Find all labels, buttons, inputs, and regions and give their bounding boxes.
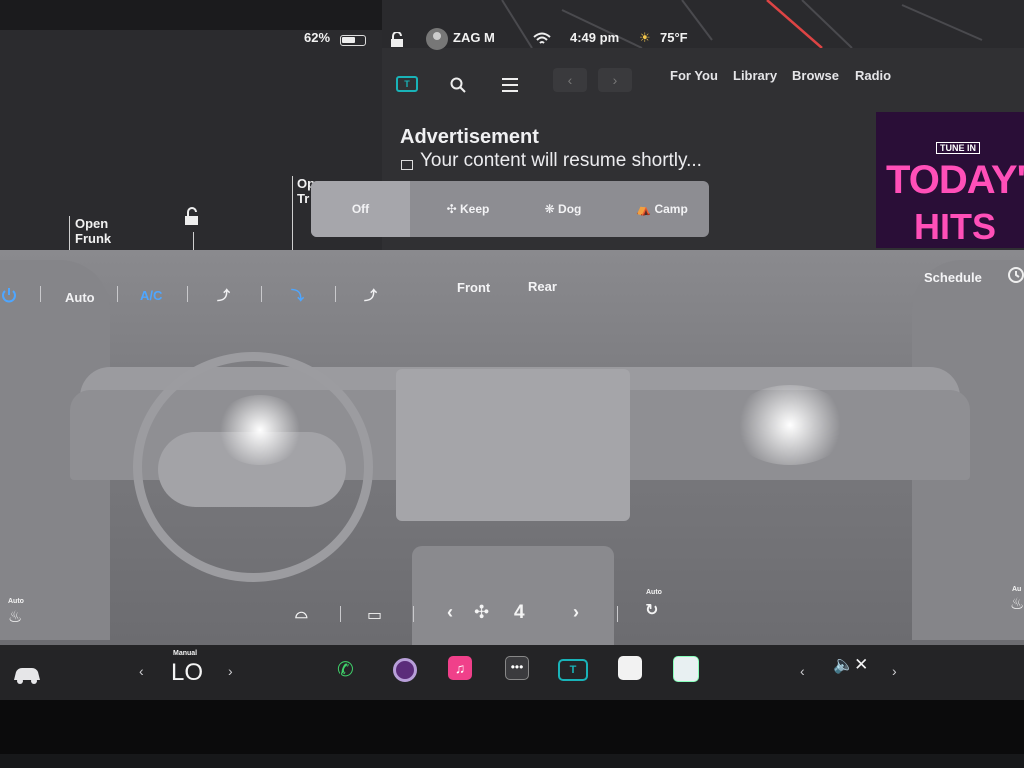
volume-increase-button[interactable]: › — [892, 663, 897, 679]
airflow-feet-icon[interactable]: ⤵ — [291, 285, 304, 304]
forward-button[interactable]: › — [598, 68, 632, 92]
phone-icon[interactable]: ✆ — [337, 657, 354, 682]
seat-heater-right-icon[interactable]: ♨ — [1010, 594, 1024, 614]
ad-icon — [401, 160, 413, 170]
ad-title: Advertisement — [400, 126, 539, 148]
divider — [261, 286, 262, 302]
rear-defrost-icon[interactable]: ▭ — [367, 605, 382, 625]
temp-decrease-button[interactable]: ‹ — [139, 663, 144, 679]
lock-icon[interactable] — [390, 32, 404, 48]
mode-dog[interactable]: ❋ Dog — [523, 181, 603, 237]
temperature: 75°F — [660, 30, 688, 45]
battery-icon — [340, 35, 366, 46]
back-button[interactable]: ‹ — [553, 68, 587, 92]
tab-radio[interactable]: Radio — [855, 68, 891, 83]
ad-message: Your content will resume shortly... — [420, 150, 702, 171]
car-icon[interactable] — [12, 664, 42, 686]
temp-increase-button[interactable]: › — [228, 663, 233, 679]
cabin-temp: LO — [171, 659, 204, 686]
tent-icon: ⛺ — [636, 202, 655, 216]
tesla-screen: 62% ZAG M 4:49 pm ☀ 75°F T ‹ › For You L… — [0, 0, 1024, 768]
schedule-button[interactable]: Schedule — [924, 270, 982, 285]
fan-speed: 4 — [514, 602, 525, 623]
mode-camp-label: Camp — [654, 202, 688, 216]
recirculate-icon[interactable]: ↻ — [645, 600, 658, 620]
divider — [413, 606, 414, 622]
user-name[interactable]: ZAG M — [453, 30, 495, 45]
battery-percent: 62% — [304, 30, 331, 45]
climate-keeper-selector[interactable]: Off ✣ Keep ❋ Dog ⛺ Camp — [311, 181, 709, 237]
power-icon[interactable] — [1, 287, 17, 303]
recirc-auto-label: Auto — [646, 589, 662, 596]
album-line1: TODAY'S — [886, 158, 1024, 202]
seat-auto-left-label: Auto — [8, 598, 24, 605]
tab-library[interactable]: Library — [733, 68, 777, 83]
front-tab[interactable]: Front — [457, 280, 490, 295]
fan-icon: ✣ — [474, 602, 490, 622]
fan-decrease-button[interactable]: ‹ — [447, 602, 453, 623]
album-brand: TUNE IN — [936, 142, 980, 154]
center-console — [412, 546, 614, 646]
rear-tab[interactable]: Rear — [528, 279, 557, 294]
divider — [335, 286, 336, 302]
volume-mute-icon[interactable]: 🔈✕ — [833, 655, 868, 675]
vent-glare-right — [730, 385, 850, 465]
divider — [617, 606, 618, 622]
screen-bezel — [0, 700, 1024, 768]
unlock-icon[interactable] — [183, 207, 201, 227]
seat-auto-right-label: Au — [1012, 586, 1022, 593]
avatar[interactable] — [426, 28, 448, 50]
mode-keep[interactable]: ✣ Keep — [423, 181, 513, 237]
fan-increase-button[interactable]: › — [573, 602, 579, 623]
tunein-source-icon[interactable]: T — [396, 76, 418, 92]
frunk-label-1: Open — [75, 216, 109, 231]
airflow-face-icon[interactable]: ⤴ — [217, 285, 230, 304]
mode-off[interactable]: Off — [311, 181, 410, 237]
tab-browse[interactable]: Browse — [792, 68, 839, 83]
clock: 4:49 pm — [570, 30, 620, 45]
fan-icon: ✣ — [446, 202, 461, 216]
open-frunk-button[interactable]: Open Frunk — [75, 216, 111, 246]
search-icon[interactable] — [450, 77, 466, 93]
divider — [187, 286, 188, 302]
mode-camp[interactable]: ⛺ Camp — [617, 181, 707, 237]
paw-icon: ❋ — [544, 202, 559, 216]
tab-for-you[interactable]: For You — [670, 68, 718, 83]
mode-keep-label: Keep — [460, 202, 490, 216]
seat-heater-left-icon[interactable]: ♨ — [8, 607, 22, 627]
frunk-label-2: Frunk — [75, 231, 112, 246]
front-defrost-icon[interactable]: ⌓ — [295, 605, 308, 623]
airflow-defrost-icon[interactable]: ⤴ — [364, 285, 377, 304]
album-art[interactable]: TUNE IN TODAY'S HITS — [876, 112, 1024, 248]
divider — [40, 286, 41, 302]
volume-decrease-button[interactable]: ‹ — [800, 663, 805, 679]
camera-icon[interactable] — [393, 658, 417, 682]
more-icon[interactable]: ••• — [505, 656, 529, 680]
wifi-icon — [533, 32, 551, 44]
notes-icon[interactable] — [618, 656, 642, 680]
calendar-icon[interactable] — [673, 656, 699, 682]
mode-dog-label: Dog — [558, 202, 582, 216]
divider — [340, 606, 341, 622]
auto-button[interactable]: Auto — [65, 290, 95, 305]
ac-button[interactable]: A/C — [140, 288, 162, 303]
music-icon[interactable]: ♫ — [448, 656, 472, 680]
clock-icon[interactable] — [1006, 266, 1024, 284]
divider — [117, 286, 118, 302]
queue-icon[interactable] — [502, 78, 518, 92]
temp-mode: Manual — [173, 650, 198, 657]
center-display — [396, 369, 630, 521]
sun-icon: ☀ — [639, 30, 651, 45]
album-line2: HITS — [914, 206, 997, 247]
vent-glare-left — [215, 395, 305, 465]
tunein-icon[interactable]: T — [558, 659, 588, 681]
